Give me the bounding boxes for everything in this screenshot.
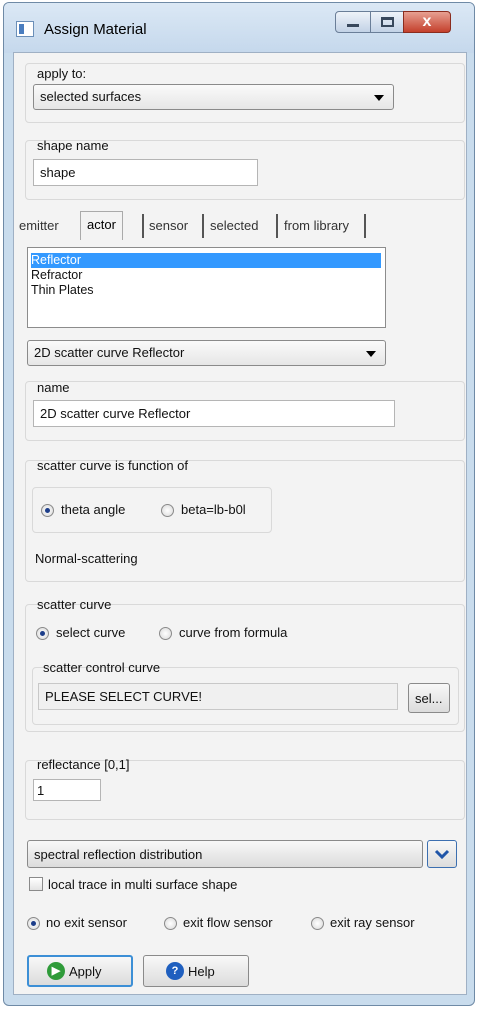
tab-separator [142, 214, 144, 238]
beta-label: beta=lb-b0l [181, 502, 246, 517]
no-exit-sensor-label: no exit sensor [46, 915, 127, 930]
scatter-control-label: scatter control curve [43, 660, 161, 675]
select-curve-button-label: sel... [415, 691, 443, 706]
select-curve-label: select curve [56, 625, 126, 640]
local-trace-label: local trace in multi surface shape [48, 877, 238, 892]
tab-separator [202, 214, 204, 238]
list-item[interactable]: Thin Plates [31, 283, 94, 298]
curve-from-formula-radio[interactable] [159, 627, 172, 640]
minimize-button[interactable] [335, 11, 371, 33]
help-button[interactable]: ? Help [143, 955, 249, 987]
exit-ray-sensor-label: exit ray sensor [330, 915, 415, 930]
apply-to-dropdown[interactable]: selected surfaces [33, 84, 394, 110]
tab-from-library[interactable]: from library [284, 213, 349, 239]
shape-name-input[interactable]: shape [33, 159, 258, 186]
no-exit-sensor-radio[interactable] [27, 917, 40, 930]
green-play-icon: ▶ [47, 962, 65, 980]
tab-actor[interactable]: actor [80, 211, 123, 240]
dropdown-arrow-icon [366, 351, 376, 357]
reflectance-group: reflectance [0,1] 1 [25, 757, 465, 820]
apply-to-label: apply to: [37, 66, 87, 81]
actor-type-value: 2D scatter curve Reflector [34, 345, 185, 360]
reflectance-input[interactable]: 1 [33, 779, 101, 801]
beta-radio[interactable] [161, 504, 174, 517]
name-input[interactable]: 2D scatter curve Reflector [33, 400, 395, 427]
blue-question-icon: ? [166, 962, 184, 980]
scatter-function-options: theta angle beta=lb-b0l [32, 487, 272, 533]
actor-listbox[interactable]: Reflector Refractor Thin Plates [27, 247, 386, 328]
list-item[interactable]: Reflector [31, 253, 381, 268]
scatter-control-display: PLEASE SELECT CURVE! [38, 683, 398, 710]
spectral-reflection-button[interactable]: spectral reflection distribution [27, 840, 423, 868]
window-title: Assign Material [44, 21, 147, 38]
maximize-icon [381, 17, 394, 27]
scatter-control-value: PLEASE SELECT CURVE! [45, 689, 203, 704]
scatter-function-label: scatter curve is function of [37, 458, 189, 473]
dropdown-arrow-icon [374, 95, 384, 101]
tab-separator [276, 214, 278, 238]
reflectance-label: reflectance [0,1] [37, 757, 130, 772]
scatter-function-group: scatter curve is function of theta angle… [25, 458, 465, 582]
name-label: name [37, 380, 70, 395]
minimize-icon [347, 24, 359, 27]
exit-flow-sensor-label: exit flow sensor [183, 915, 273, 930]
select-curve-radio[interactable] [36, 627, 49, 640]
close-button[interactable]: x [403, 11, 451, 33]
actor-type-dropdown[interactable]: 2D scatter curve Reflector [27, 340, 386, 366]
list-item[interactable]: Refractor [31, 268, 82, 283]
close-icon: x [422, 13, 432, 30]
apply-button[interactable]: ▶ Apply [27, 955, 133, 987]
expand-button[interactable] [427, 840, 457, 868]
tab-emitter[interactable]: emitter [19, 213, 59, 239]
reflectance-value: 1 [37, 783, 45, 798]
curve-from-formula-label: curve from formula [179, 625, 288, 640]
shape-name-group: shape name shape [25, 138, 465, 200]
theta-angle-label: theta angle [61, 502, 126, 517]
normal-scattering-text: Normal-scattering [35, 551, 138, 566]
spectral-reflection-label: spectral reflection distribution [34, 847, 203, 862]
chevron-down-icon [434, 849, 450, 860]
apply-button-label: Apply [69, 964, 102, 979]
name-value: 2D scatter curve Reflector [40, 406, 191, 421]
apply-to-group: apply to: selected surfaces [25, 63, 465, 123]
scatter-control-group: scatter control curve PLEASE SELECT CURV… [32, 660, 459, 725]
name-group: name 2D scatter curve Reflector [25, 380, 465, 441]
shape-name-label: shape name [37, 138, 109, 153]
exit-ray-sensor-radio[interactable] [311, 917, 324, 930]
title-bar[interactable]: Assign Material x [4, 3, 474, 53]
local-trace-checkbox[interactable] [29, 877, 43, 891]
shape-name-value: shape [40, 165, 76, 180]
tab-separator [364, 214, 366, 238]
tab-selected[interactable]: selected [210, 213, 258, 239]
tab-sensor[interactable]: sensor [149, 213, 188, 239]
select-curve-button[interactable]: sel... [408, 683, 450, 713]
exit-flow-sensor-radio[interactable] [164, 917, 177, 930]
maximize-button[interactable] [370, 11, 404, 33]
apply-to-value: selected surfaces [40, 89, 142, 104]
scatter-curve-group: scatter curve select curve curve from fo… [25, 597, 465, 732]
window-app-icon [16, 21, 34, 37]
scatter-curve-label: scatter curve [37, 597, 112, 612]
help-button-label: Help [188, 964, 215, 979]
theta-angle-radio[interactable] [41, 504, 54, 517]
